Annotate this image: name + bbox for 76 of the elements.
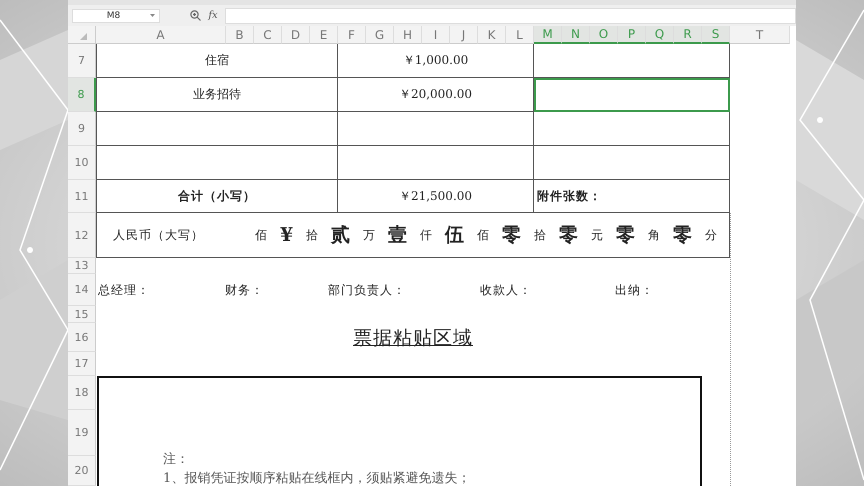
unit-label: 拾 xyxy=(306,226,318,244)
signature-label: 财务： xyxy=(225,282,265,298)
unit-label: 仟 xyxy=(420,226,432,244)
column-header[interactable]: J xyxy=(450,26,478,44)
digit-text: 贰 xyxy=(331,223,350,248)
digit-text: 零 xyxy=(502,223,522,248)
row-header[interactable]: 11 xyxy=(68,180,96,213)
row-header[interactable]: 19 xyxy=(68,410,96,456)
signature-label: 总经理： xyxy=(98,282,151,298)
digit-text: 零 xyxy=(616,223,636,248)
column-header[interactable]: A xyxy=(96,26,226,44)
note-label: 注： xyxy=(163,451,190,468)
unit-label: 万 xyxy=(363,226,376,244)
signature-label: 收款人： xyxy=(480,282,533,298)
column-header[interactable]: F xyxy=(338,26,366,44)
row-header[interactable]: 10 xyxy=(68,146,96,180)
row-header[interactable]: 9 xyxy=(68,112,96,146)
table-cell[interactable] xyxy=(534,78,730,112)
amount-label: 人民币（大写） xyxy=(113,226,205,244)
row-header[interactable]: 20 xyxy=(68,456,96,486)
column-header[interactable]: G xyxy=(366,26,394,44)
digit-text: 伍 xyxy=(445,223,464,248)
formula-field[interactable] xyxy=(225,8,796,24)
digit-text: 零 xyxy=(559,223,578,248)
function-button[interactable]: fx xyxy=(207,10,219,21)
row-header[interactable]: 14 xyxy=(68,274,96,306)
column-header[interactable]: E xyxy=(310,26,338,44)
column-header[interactable]: H xyxy=(394,26,422,44)
column-header[interactable]: Q xyxy=(646,26,674,44)
unit-label: 拾 xyxy=(534,226,546,244)
name-box[interactable]: M8 xyxy=(72,8,160,22)
row-header[interactable]: 17 xyxy=(68,352,96,376)
digit-text: 壹 xyxy=(388,223,408,248)
note-text: 1、报销凭证按顺序粘贴在线框内，须贴紧避免遗失； xyxy=(163,470,472,486)
column-header[interactable]: M xyxy=(534,26,562,44)
column-header[interactable]: P xyxy=(618,26,646,44)
table-cell: 附件张数： xyxy=(534,180,730,213)
column-header[interactable]: S xyxy=(702,26,730,44)
row-header[interactable]: 13 xyxy=(68,258,96,274)
column-header[interactable]: T xyxy=(730,26,790,44)
unit-label: 佰 xyxy=(477,226,490,244)
table-cell[interactable] xyxy=(534,146,730,180)
digit-text: ¥ xyxy=(280,224,294,246)
row-header[interactable]: 8 xyxy=(68,78,96,112)
table-cell: 住宿 xyxy=(96,44,338,78)
signature-label: 部门负责人： xyxy=(328,282,407,298)
row-header[interactable]: 15 xyxy=(68,306,96,323)
column-header[interactable]: L xyxy=(506,26,534,44)
signature-label: 出纳： xyxy=(615,282,655,298)
table-cell: ￥1,000.00 xyxy=(338,44,534,78)
unit-label: 角 xyxy=(648,226,660,244)
caret-icon xyxy=(150,14,155,17)
table-cell: ￥20,000.00 xyxy=(338,78,534,112)
column-header[interactable]: N xyxy=(562,26,590,44)
table-cell: 合计（小写） xyxy=(96,180,338,213)
column-header[interactable]: R xyxy=(674,26,702,44)
table-cell[interactable] xyxy=(534,112,730,146)
digit-text: 零 xyxy=(673,223,692,248)
unit-label: 分 xyxy=(704,226,717,244)
table-cell: ￥21,500.00 xyxy=(338,180,534,213)
column-header[interactable]: O xyxy=(590,26,618,44)
column-header[interactable]: B xyxy=(226,26,254,44)
column-header[interactable]: K xyxy=(478,26,506,44)
table-cell: 业务招待 xyxy=(96,78,338,112)
unit-label: 佰 xyxy=(255,226,267,244)
row-header[interactable]: 12 xyxy=(68,213,96,258)
table-cell[interactable] xyxy=(534,44,730,78)
zoom-icon[interactable] xyxy=(190,10,201,21)
column-header[interactable]: D xyxy=(282,26,310,44)
row-header[interactable]: 18 xyxy=(68,376,96,410)
unit-label: 元 xyxy=(591,226,604,244)
row-header[interactable]: 16 xyxy=(68,323,96,352)
section-title: 票据粘贴区域 xyxy=(353,326,473,350)
column-header[interactable]: I xyxy=(422,26,450,44)
column-header[interactable]: C xyxy=(254,26,282,44)
row-header[interactable]: 7 xyxy=(68,44,96,78)
